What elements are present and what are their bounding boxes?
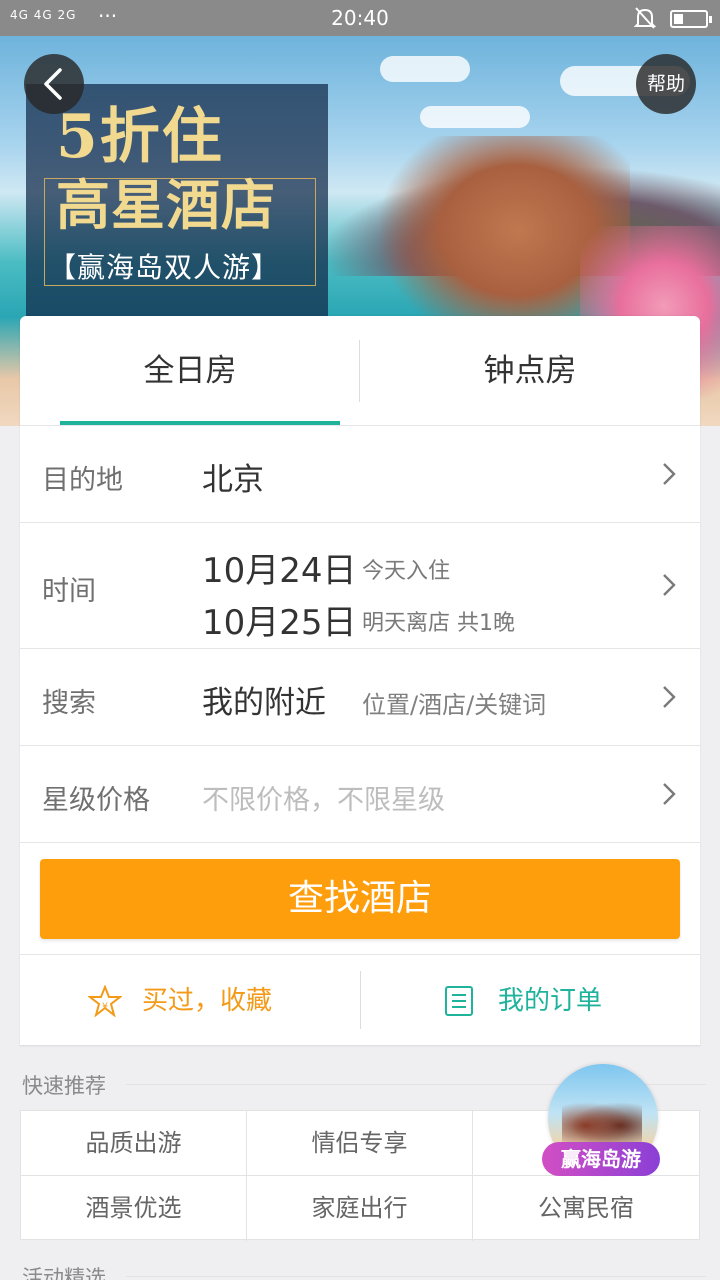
checkout-date: 10月25日	[202, 603, 357, 643]
star-price-label: 星级价格	[42, 785, 150, 816]
svg-text:¥: ¥	[102, 1002, 108, 1012]
checkin-date: 10月24日	[202, 551, 357, 591]
my-orders-label: 我的订单	[498, 986, 603, 1016]
quick-actions: ¥ 买过，收藏 我的订单	[20, 954, 700, 1046]
recommend-item[interactable]: 品质出游	[21, 1111, 247, 1176]
time-label: 时间	[42, 576, 96, 607]
bought-favorites-label: 买过，收藏	[142, 986, 273, 1016]
chevron-right-icon	[663, 783, 676, 805]
recommend-item[interactable]: 公寓民宿	[473, 1176, 699, 1241]
recommend-item[interactable]: 酒景优选	[21, 1176, 247, 1241]
promo-text-panel: 5折住 高星酒店 【赢海岛双人游】	[26, 84, 328, 324]
status-bar: 4G 4G 2G ··· 20:40	[0, 0, 720, 36]
back-arrow-icon	[44, 68, 62, 100]
order-list-icon	[445, 986, 473, 1016]
nearby-value: 我的附近	[202, 685, 326, 721]
clock: 20:40	[331, 6, 389, 30]
active-tab-indicator	[60, 421, 340, 425]
floating-promo-label[interactable]: 赢海岛游	[542, 1142, 660, 1176]
beach-chairs-image	[562, 1098, 642, 1144]
destination-row[interactable]: 目的地 北京	[20, 426, 700, 523]
activities-title: 活动精选	[22, 1262, 706, 1280]
actions-divider	[360, 971, 361, 1029]
chevron-right-icon	[663, 463, 676, 485]
checkout-note: 明天离店 共1晚	[362, 611, 515, 636]
recommend-item[interactable]: 情侣专享	[247, 1111, 473, 1176]
mute-bell-icon	[633, 6, 657, 35]
room-type-tabs: 全日房 钟点房	[20, 316, 700, 426]
tab-hourly[interactable]: 钟点房	[360, 316, 700, 426]
star-price-row[interactable]: 星级价格 不限价格，不限星级	[20, 746, 700, 843]
date-row[interactable]: 时间 10月24日 今天入住 10月25日 明天离店 共1晚	[20, 523, 700, 649]
promo-headline: 5折住	[56, 102, 224, 172]
tab-full-day[interactable]: 全日房	[20, 316, 360, 426]
chevron-right-icon	[663, 686, 676, 708]
promo-subheadline: 高星酒店	[56, 173, 276, 237]
destination-label: 目的地	[42, 465, 123, 496]
recommend-item[interactable]: 家庭出行	[247, 1176, 473, 1241]
search-keyword-row[interactable]: 搜索 我的附近 位置/酒店/关键词	[20, 649, 700, 746]
destination-value: 北京	[202, 462, 264, 498]
help-button[interactable]: 帮助	[636, 54, 696, 114]
back-button[interactable]	[24, 54, 84, 114]
hotel-search-card: 全日房 钟点房 目的地 北京 时间 10月24日 今天入住 10月25日 明天离…	[20, 316, 700, 1046]
star-icon: ¥	[88, 985, 122, 1017]
search-hint: 位置/酒店/关键词	[362, 691, 547, 719]
star-price-placeholder: 不限价格，不限星级	[202, 785, 445, 816]
quick-recommend-title: 快速推荐	[22, 1070, 706, 1100]
find-hotel-button[interactable]: 查找酒店	[40, 859, 680, 939]
chevron-right-icon	[663, 574, 676, 596]
battery-icon	[670, 10, 712, 28]
checkin-note: 今天入住	[362, 559, 451, 584]
promo-tagline: 【赢海岛双人游】	[48, 251, 281, 284]
search-label: 搜索	[42, 688, 96, 719]
